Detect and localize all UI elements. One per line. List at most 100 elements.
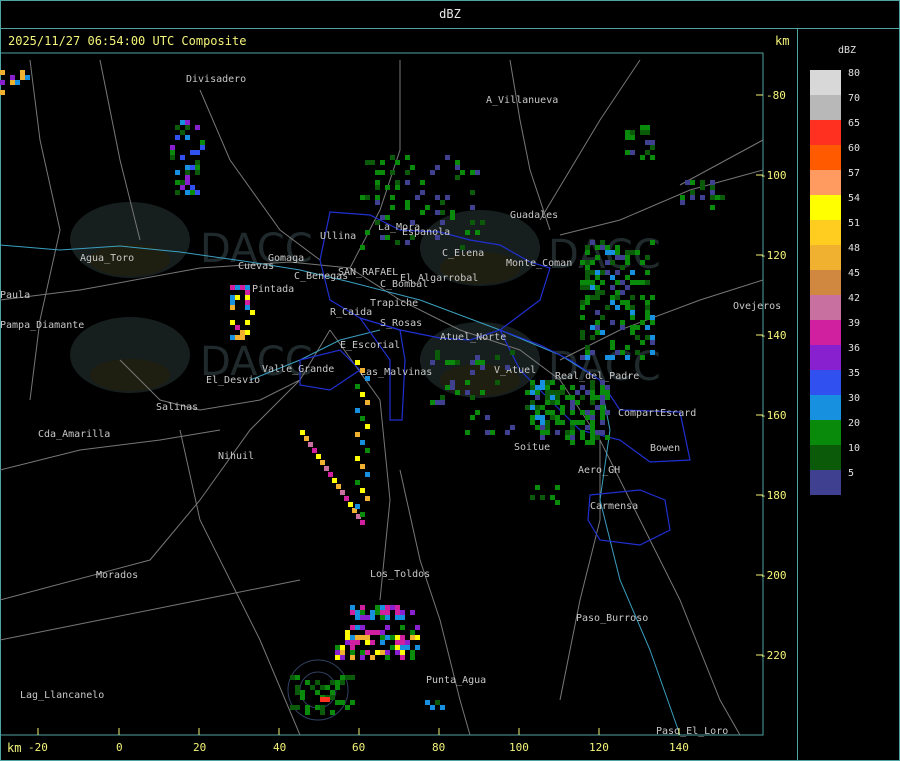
echo-pixel xyxy=(590,280,595,285)
echo-pixel xyxy=(320,705,325,710)
echo-pixel xyxy=(535,410,540,415)
echo-pixel xyxy=(290,705,295,710)
echo-pixel xyxy=(630,325,635,330)
echo-pixel xyxy=(345,635,350,640)
radar-map[interactable]: DACC DACC DACC DACC Divisadero A_Villanu… xyxy=(0,0,900,761)
echo-pixel xyxy=(625,130,630,135)
echo-pixel xyxy=(430,360,435,365)
echo-pixel xyxy=(395,650,400,655)
echo-pixel xyxy=(610,340,615,345)
echo-pixel xyxy=(535,415,540,420)
echo-pixel xyxy=(635,280,640,285)
legend-swatch xyxy=(810,345,841,370)
place-label: Lag_Llancanelo xyxy=(20,690,104,701)
echo-pixel xyxy=(355,408,360,413)
legend-swatch xyxy=(810,245,841,270)
echo-pixel xyxy=(555,395,560,400)
echo-pixel xyxy=(595,430,600,435)
place-label: Las_Malvinas xyxy=(360,367,432,378)
echo-pixel xyxy=(680,195,685,200)
echo-pixel xyxy=(550,400,555,405)
echo-pixel xyxy=(180,130,185,135)
echo-pixel xyxy=(175,135,180,140)
echo-pixel xyxy=(645,130,650,135)
echo-pixel xyxy=(550,415,555,420)
echo-pixel xyxy=(505,365,510,370)
y-tick-label: -180 xyxy=(760,489,787,502)
echo-pixel xyxy=(360,655,365,660)
legend-label: 80 xyxy=(848,68,861,79)
legend-label: 65 xyxy=(848,118,861,129)
echo-pixel xyxy=(312,448,317,453)
echo-pixel xyxy=(435,210,440,215)
echo-pixel xyxy=(385,215,390,220)
echo-pixel xyxy=(470,170,475,175)
echo-pixel xyxy=(410,635,415,640)
echo-pixel xyxy=(495,355,500,360)
echo-pixel xyxy=(365,630,370,635)
echo-pixel xyxy=(545,420,550,425)
x-tick: 0 xyxy=(116,728,123,754)
echo-pixel xyxy=(245,285,250,290)
echo-pixel xyxy=(580,300,585,305)
echo-pixel xyxy=(230,295,235,300)
echo-pixel xyxy=(600,330,605,335)
echo-pixel xyxy=(605,410,610,415)
echo-pixel xyxy=(590,400,595,405)
echo-pixel xyxy=(580,280,585,285)
echo-pixel xyxy=(580,315,585,320)
legend-swatch xyxy=(810,70,841,95)
echo-pixel xyxy=(440,395,445,400)
echo-pixel xyxy=(445,385,450,390)
echo-pixel xyxy=(595,330,600,335)
echo-pixel xyxy=(245,320,250,325)
echo-pixel xyxy=(590,420,595,425)
echo-pixel xyxy=(480,390,485,395)
echo-pixel xyxy=(195,190,200,195)
echo-pixel xyxy=(615,270,620,275)
echo-pixel xyxy=(580,410,585,415)
place-label: El_Desvio xyxy=(206,375,260,386)
echo-pixel xyxy=(625,260,630,265)
echo-pixel xyxy=(395,605,400,610)
echo-pixel xyxy=(535,405,540,410)
echo-pixel xyxy=(610,260,615,265)
legend-swatch xyxy=(810,120,841,145)
echo-pixel xyxy=(295,685,300,690)
echo-pixel xyxy=(590,295,595,300)
legend-label: 57 xyxy=(848,168,861,179)
echo-pixel xyxy=(645,300,650,305)
echo-pixel xyxy=(690,195,695,200)
echo-pixel xyxy=(245,330,250,335)
echo-pixel xyxy=(330,695,335,700)
echo-pixel xyxy=(685,180,690,185)
echo-pixel xyxy=(650,155,655,160)
echo-pixel xyxy=(415,625,420,630)
echo-pixel xyxy=(380,235,385,240)
echo-pixel xyxy=(235,295,240,300)
x-tick: 100 xyxy=(509,728,529,754)
echo-pixel xyxy=(475,230,480,235)
echo-pixel xyxy=(250,310,255,315)
x-tick: -20 xyxy=(28,728,48,754)
echo-pixel xyxy=(455,175,460,180)
echo-pixel xyxy=(610,295,615,300)
echo-pixel xyxy=(600,240,605,245)
echo-pixel xyxy=(375,630,380,635)
echo-pixel xyxy=(700,185,705,190)
echo-pixel xyxy=(565,435,570,440)
place-label: Guadales xyxy=(510,210,558,221)
echo-pixel xyxy=(585,250,590,255)
echo-pixel xyxy=(410,165,415,170)
echo-pixel xyxy=(375,185,380,190)
echo-pixel xyxy=(580,260,585,265)
echo-pixel xyxy=(590,325,595,330)
echo-pixel xyxy=(575,390,580,395)
echo-pixel xyxy=(340,645,345,650)
legend-swatch xyxy=(810,270,841,295)
echo-pixel xyxy=(0,80,5,85)
legend-label: 51 xyxy=(848,218,861,229)
x-tick-label: 40 xyxy=(273,741,286,754)
echo-pixel xyxy=(560,385,565,390)
echo-pixel xyxy=(360,245,365,250)
